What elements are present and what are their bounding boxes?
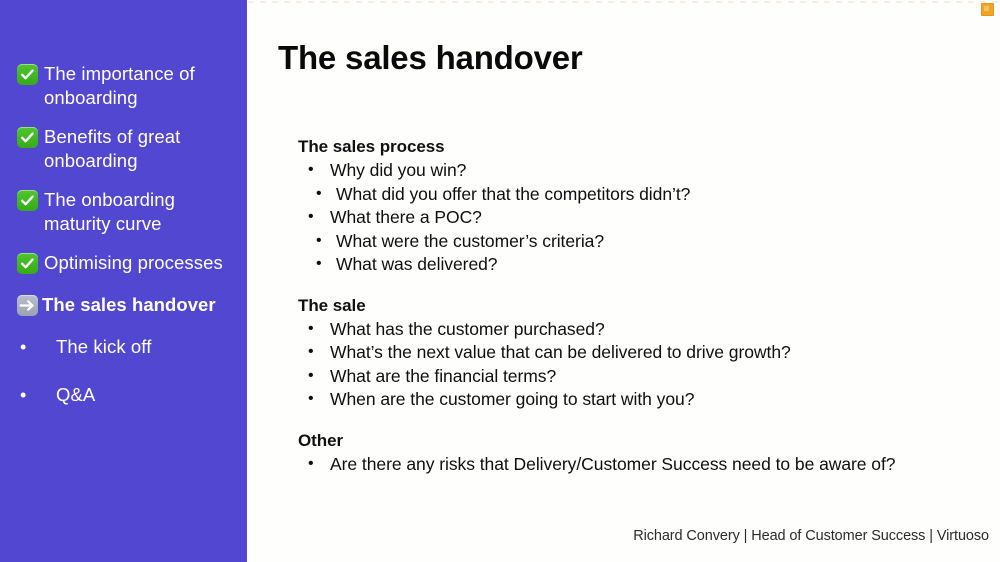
sidebar-item-label: Optimising processes [44,252,223,273]
block-heading: The sale [298,295,366,315]
sidebar-item-label: The importance of onboarding [44,63,195,108]
sidebar-item-q-a[interactable]: • Q&A [0,383,247,409]
right-arrow-icon [17,295,38,316]
white-check-mark-icon [17,64,38,85]
bullet-list: Why did you win?What did you offer that … [298,158,990,277]
bullet-item: Why did you win? [298,158,990,183]
bullet-item: When are the customer going to start wit… [298,387,990,412]
presentation-slide: The importance of onboarding Benefits of … [0,0,1000,562]
sidebar-item-label: Q&A [56,384,96,405]
sub-bullet-item: What were the customer’s criteria? [298,229,990,254]
white-check-mark-icon [17,127,38,148]
sidebar-item-label: The onboarding maturity curve [44,189,175,234]
bullet-item: What has the customer purchased? [298,317,990,342]
sidebar-item-benefits-of-great-onboarding[interactable]: Benefits of great onboarding [0,125,247,172]
white-check-mark-icon [17,190,38,211]
bullet-text: What has the customer purchased? [330,318,605,339]
sidebar-item-label: Benefits of great onboarding [44,126,181,171]
bullet-text: Why did you win? [330,160,467,180]
bullet-item: What’s the next value that can be delive… [298,340,990,365]
bullet-text: What’s the next value that can be delive… [330,342,791,362]
bullet-item: Are there any risks that Delivery/Custom… [298,452,990,477]
bullet-list: Are there any risks that Delivery/Custom… [298,452,990,477]
page-title: The sales handover [278,39,583,76]
content-block-the-sale: The saleWhat has the customer purchased?… [298,294,990,412]
sub-bullet-list: What were the customer’s criteria?What w… [298,229,990,277]
block-heading: The sales process [298,137,445,156]
sidebar-item-label: The sales handover [42,294,216,315]
bullet-text: Are there any risks that Delivery/Custom… [330,453,896,474]
bullet-dot-icon: • [20,385,27,405]
content-block-the-sales-process: The sales process Why did you win?What di… [298,135,990,277]
agenda-sidebar: The importance of onboarding Benefits of … [0,0,247,562]
content-blocks: The sales process Why did you win?What di… [298,135,990,493]
bullet-list: What has the customer purchased? What’s t… [298,317,990,412]
bullet-text: When are the customer going to start wit… [330,389,695,409]
sidebar-item-label: The kick off [56,336,152,357]
block-heading: Other [298,430,344,450]
sidebar-item-the-sales-handover[interactable]: The sales handover [0,293,247,319]
content-block-other: Other Are there any risks that Delivery/C… [298,429,990,477]
white-check-mark-icon [17,253,38,274]
sub-bullet-item: What did you offer that the competitors … [298,182,990,207]
bullet-dot-icon: • [20,337,27,357]
sidebar-item-the-kick-off[interactable]: • The kick off [0,335,247,361]
sidebar-item-the-importance-of-onboarding[interactable]: The importance of onboarding [0,62,247,109]
bullet-text: What are the financial terms? [330,365,557,386]
slide-main-content: The sales handover The sales process Why … [247,0,1000,562]
sidebar-item-optimising-processes[interactable]: Optimising processes [0,251,247,277]
sub-bullet-item: What was delivered? [298,252,990,277]
slide-footer-attribution: Richard Convery | Head of Customer Succe… [633,528,989,544]
agenda-list: The importance of onboarding Benefits of … [0,62,247,431]
bullet-item: What are the financial terms? [298,364,990,389]
bullet-item: What there a POC? [298,205,990,230]
bullet-text: What there a POC? [330,207,482,227]
sub-bullet-list: What did you offer that the competitors … [298,182,990,207]
sidebar-item-the-onboarding-maturity-curve[interactable]: The onboarding maturity curve [0,188,247,235]
